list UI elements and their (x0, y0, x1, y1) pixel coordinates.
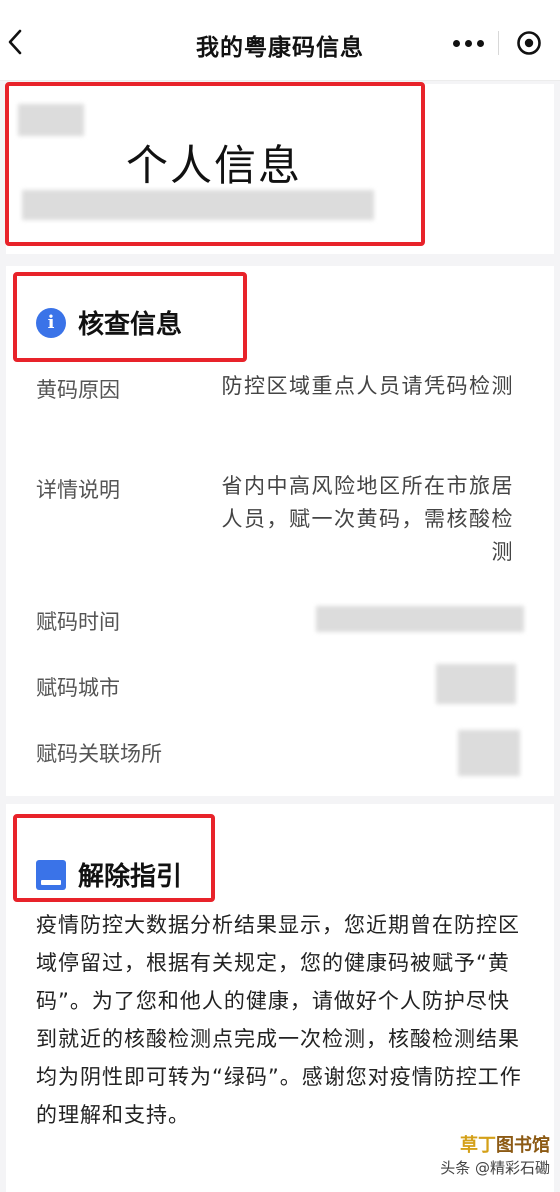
blurred-time-value (316, 606, 524, 632)
blurred-city-value (436, 664, 516, 704)
close-circle-icon (517, 31, 541, 55)
highlight-box-guide (13, 814, 215, 902)
mini-program-capsule (438, 22, 560, 64)
more-icon (452, 39, 460, 47)
row-value-reason: 防控区域重点人员请凭码检测 (221, 374, 514, 398)
watermark-source: 头条 @精彩石磡 (440, 1159, 550, 1177)
row-label-detail: 详情说明 (36, 478, 120, 502)
guide-body-text: 疫情防控大数据分析结果显示，您近期曾在防控区域停留过，根据有关规定，您的健康码被… (36, 913, 522, 1127)
watermark: 草丁图书馆 头条 @精彩石磡 (440, 1131, 550, 1178)
close-button[interactable] (499, 22, 559, 64)
highlight-box-personal (5, 82, 425, 246)
more-button[interactable] (438, 22, 498, 64)
blurred-place-value (458, 730, 520, 776)
watermark-brand-a: 草丁 (460, 1135, 496, 1156)
highlight-box-verify (13, 272, 247, 362)
row-label-reason: 黄码原因 (36, 378, 120, 402)
row-label-time: 赋码时间 (36, 610, 120, 634)
row-label-place: 赋码关联场所 (36, 742, 162, 766)
row-label-city: 赋码城市 (36, 676, 120, 700)
row-value-detail: 省内中高风险地区所在市旅居人员，赋一次黄码，需核酸检测 (221, 474, 514, 564)
top-bar: 我的粤康码信息 (0, 0, 560, 81)
watermark-brand-b: 图书馆 (496, 1135, 550, 1156)
